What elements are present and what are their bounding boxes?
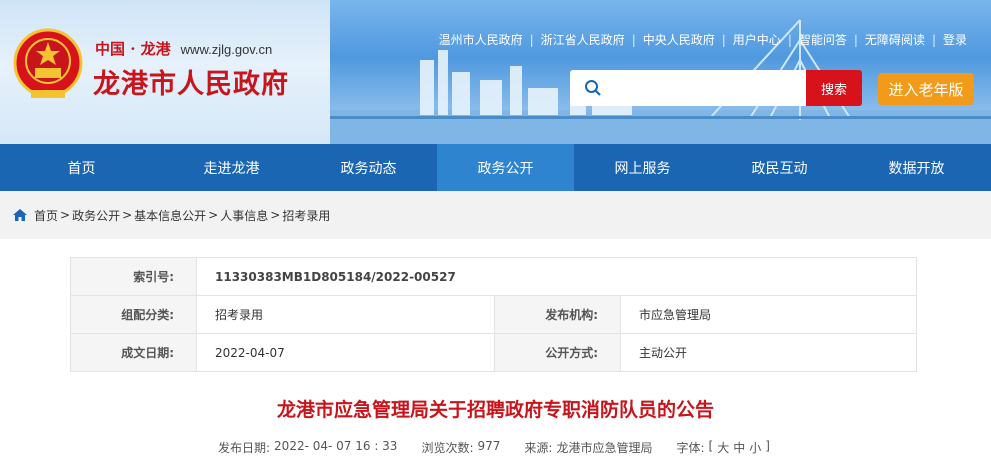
font-size-open-bracket: [ (708, 439, 714, 453)
search-input[interactable] (570, 70, 806, 106)
toplink-wenzhou[interactable]: 温州市人民政府 (439, 31, 523, 48)
date-label: 成文日期: (70, 333, 197, 372)
main-nav: 首页 走进龙港 政务动态 政务公开 网上服务 政民互动 数据开放 (0, 144, 991, 191)
brand-tagline: 中国 · 龙港 www.zjlg.gov.cn (95, 38, 272, 59)
table-row: 索引号: 11330383MB1D805184/2022-00527 (70, 257, 917, 296)
breadcrumb-government-affairs[interactable]: 政务公开 (72, 207, 120, 224)
article-meta: 发布日期: 2022- 04- 07 16 : 33 浏览次数: 977 来源:… (218, 439, 774, 456)
article-title: 龙港市应急管理局关于招聘政府专职消防队员的公告 (276, 399, 714, 421)
index-value: 11330383MB1D805184/2022-00527 (196, 257, 917, 296)
document-info-table: 索引号: 11330383MB1D805184/2022-00527 组配分类:… (70, 257, 917, 372)
breadcrumb-personnel-info[interactable]: 人事信息 (220, 207, 268, 224)
nav-item-government-affairs[interactable]: 政务公开 (437, 144, 574, 191)
nav-item-about-longgang[interactable]: 走进龙港 (163, 144, 300, 191)
category-value: 招考录用 (196, 295, 495, 334)
publish-value: 2022- 04- 07 16 : 33 (274, 439, 398, 453)
publisher-label: 发布机构: (494, 295, 621, 334)
font-size-large[interactable]: 大 (717, 439, 729, 456)
font-size-medium[interactable]: 中 (733, 439, 745, 456)
home-icon (13, 209, 27, 221)
publish-label: 发布日期: (218, 441, 271, 455)
nav-item-home[interactable]: 首页 (0, 144, 163, 191)
source-value: 龙港市应急管理局 (556, 441, 653, 455)
elder-mode-button[interactable]: 进入老年版 (878, 73, 974, 105)
font-size-small[interactable]: 小 (749, 439, 761, 456)
method-value: 主动公开 (620, 333, 917, 372)
breadcrumb-recruitment[interactable]: 招考录用 (282, 207, 330, 224)
table-row: 组配分类: 招考录用 发布机构: 市应急管理局 (70, 295, 917, 334)
views-value: 977 (477, 439, 501, 453)
category-label: 组配分类: (70, 295, 197, 334)
top-links: 温州市人民政府 | 浙江省人民政府 | 中央人民政府 | 用户中心 | 智能问答 | 无障… (438, 31, 967, 48)
toplink-login[interactable]: 登录 (943, 31, 967, 48)
search-button[interactable]: 搜索 (806, 70, 862, 106)
index-label: 索引号: (70, 257, 197, 296)
site-url: www.zjlg.gov.cn (180, 42, 273, 57)
font-size-label: 字体: (676, 441, 705, 455)
brand-country: 中国 · 龙港 (95, 40, 171, 58)
method-label: 公开方式: (494, 333, 621, 372)
toplink-user-center[interactable]: 用户中心 (733, 31, 781, 48)
table-row: 成文日期: 2022-04-07 公开方式: 主动公开 (70, 333, 917, 372)
toplink-accessibility[interactable]: 无障碍阅读 (865, 31, 925, 48)
site-header: 中国 · 龙港 www.zjlg.gov.cn 龙港市人民政府 温州市人民政府 | … (0, 0, 991, 144)
toplink-zhejiang[interactable]: 浙江省人民政府 (541, 31, 625, 48)
breadcrumb-home[interactable]: 首页 (34, 207, 58, 224)
search-icon (585, 80, 601, 96)
font-size-close-bracket: ] (765, 439, 770, 453)
nav-item-open-data[interactable]: 数据开放 (848, 144, 985, 191)
source-label: 来源: (524, 441, 553, 455)
nav-item-government-news[interactable]: 政务动态 (300, 144, 437, 191)
publisher-value: 市应急管理局 (620, 295, 917, 334)
date-value: 2022-04-07 (196, 333, 495, 372)
toplink-central[interactable]: 中央人民政府 (643, 31, 715, 48)
toplink-smart-qa[interactable]: 智能问答 (799, 31, 847, 48)
site-title: 龙港市人民政府 (93, 69, 289, 100)
nav-item-public-interaction[interactable]: 政民互动 (711, 144, 848, 191)
breadcrumb: 首页 > 政务公开 > 基本信息公开 > 人事信息 > 招考录用 (0, 191, 991, 239)
breadcrumb-basic-info[interactable]: 基本信息公开 (134, 207, 206, 224)
national-emblem-icon (13, 28, 83, 98)
views-label: 浏览次数: (421, 441, 474, 455)
nav-item-online-services[interactable]: 网上服务 (574, 144, 711, 191)
